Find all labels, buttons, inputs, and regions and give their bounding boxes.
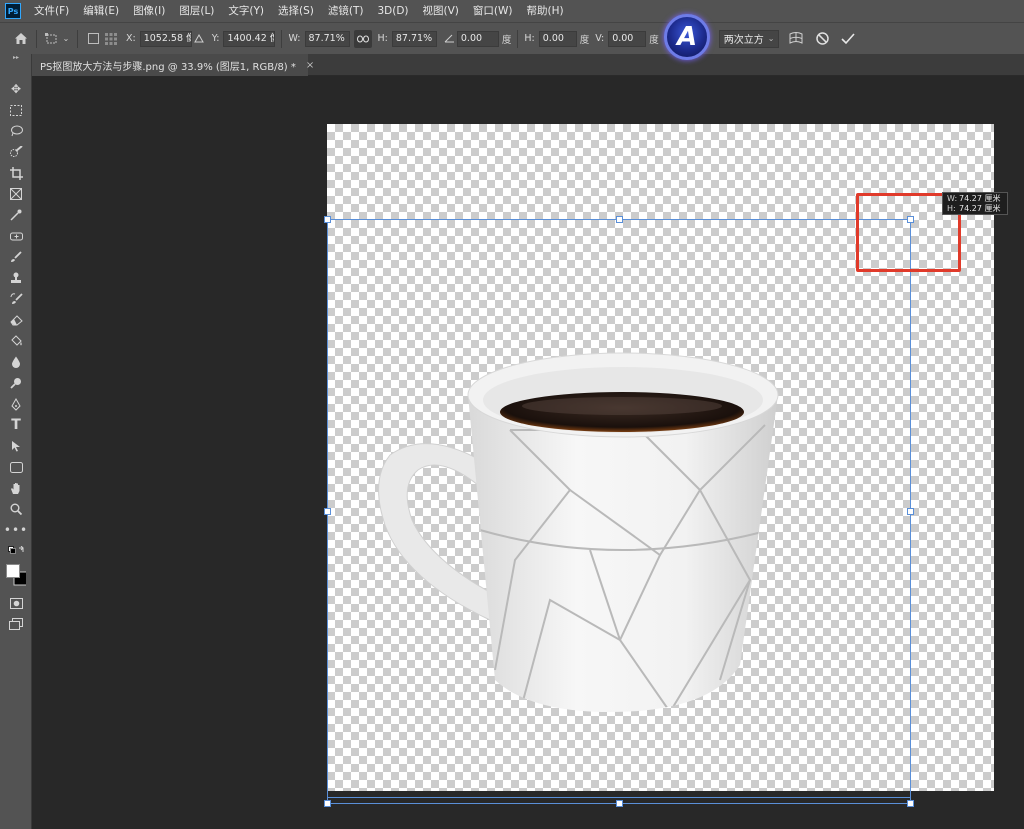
transform-handle-bottom-left[interactable] [324,800,331,807]
width-input[interactable]: 87.71% [304,30,350,47]
path-select-icon[interactable] [6,437,26,455]
close-icon[interactable]: × [306,60,314,71]
screen-mode-icon[interactable] [6,615,26,633]
healing-icon[interactable] [6,227,26,245]
brush-icon[interactable] [6,248,26,266]
color-swatches[interactable] [6,562,26,588]
vskew-label: V: [595,33,605,44]
floating-app-badge-icon[interactable]: A [664,14,710,60]
dodge-icon[interactable] [6,374,26,392]
vskew-input[interactable]: 0.00 [608,30,647,47]
transform-mode-icon[interactable] [43,30,61,48]
hskew-label: H: [524,33,535,44]
vskew-unit: 度 [649,34,659,46]
lasso-icon[interactable] [6,122,26,140]
paint-bucket-icon[interactable] [6,332,26,350]
tooltip-h-value: 74.27 厘米 [959,204,1001,213]
document-tab[interactable]: PS抠图放大方法与步骤.png @ 33.9% (图层1, RGB/8) * × [32,54,314,76]
angle-input[interactable]: 0.00 [456,30,499,47]
tooltip-w-value: 74.27 厘米 [959,194,1001,203]
stamp-icon[interactable] [6,269,26,287]
blur-icon[interactable] [6,353,26,371]
interpolation-select[interactable]: 两次立方 ⌄ [718,29,780,48]
menu-image[interactable]: 图像(I) [126,0,172,22]
transform-handle-top-left[interactable] [324,216,331,223]
interpolation-value: 两次立方 [723,35,764,46]
separator [517,29,519,48]
toolbox: ▸▸ ✥ T ••• [0,54,32,829]
hand-icon[interactable] [6,479,26,497]
tooltip-h-key: H: [947,204,956,213]
tooltip-w-key: W: [947,194,958,203]
more-tools-icon[interactable]: ••• [4,521,27,539]
x-input[interactable]: 1052.58 像 [139,30,192,47]
transform-size-tooltip: W: 74.27 厘米 H: 74.27 厘米 [942,192,1008,215]
hskew-input[interactable]: 0.00 [538,30,577,47]
delta-icon[interactable] [192,30,206,48]
h-label: H: [377,33,388,44]
link-aspect-icon[interactable] [353,29,372,48]
eyedropper-icon[interactable] [6,206,26,224]
menu-file[interactable]: 文件(F) [27,0,76,22]
warp-icon[interactable] [787,30,805,48]
menu-3d[interactable]: 3D(D) [370,0,415,22]
type-icon[interactable]: T [6,416,26,434]
move-icon[interactable]: ✥ [6,80,26,98]
free-transform-bounding-box[interactable] [327,219,911,804]
badge-letter: A [676,22,698,52]
zoom-icon[interactable] [6,500,26,518]
crop-icon[interactable] [6,164,26,182]
angle-icon [443,30,457,48]
y-input[interactable]: 1400.42 像 [223,30,276,47]
chevron-down-icon: ⌄ [767,34,775,43]
shape-icon[interactable] [6,458,26,476]
reference-point-toggle-icon[interactable] [84,30,102,48]
reference-point-grid-icon[interactable] [102,30,120,48]
document-tab-bar: PS抠图放大方法与步骤.png @ 33.9% (图层1, RGB/8) * × [32,54,1024,76]
menu-layer[interactable]: 图层(L) [172,0,221,22]
transform-handle-bottom-center[interactable] [616,800,623,807]
transform-handle-middle-left[interactable] [324,508,331,515]
separator [281,29,283,48]
home-icon[interactable] [12,30,30,48]
document-tab-title: PS抠图放大方法与步骤.png @ 33.9% (图层1, RGB/8) * [40,61,296,73]
hskew-unit: 度 [579,34,590,46]
quick-mask-icon[interactable] [6,594,26,612]
menu-select[interactable]: 选择(S) [271,0,321,22]
quick-select-icon[interactable] [6,143,26,161]
menu-view[interactable]: 视图(V) [416,0,466,22]
eraser-icon[interactable] [6,311,26,329]
x-label: X: [126,33,136,44]
menu-window[interactable]: 窗口(W) [466,0,520,22]
menu-filter[interactable]: 滤镜(T) [321,0,371,22]
swap-colors-icon[interactable] [6,542,26,560]
transform-handle-top-center[interactable] [616,216,623,223]
pen-icon[interactable] [6,395,26,413]
menu-bar: Ps 文件(F) 编辑(E) 图像(I) 图层(L) 文字(Y) 选择(S) 滤… [0,0,1024,22]
transform-handle-middle-right[interactable] [907,508,914,515]
separator [77,29,78,48]
cancel-transform-icon[interactable] [813,30,831,48]
angle-unit: 度 [501,34,512,46]
marquee-icon[interactable] [6,101,26,119]
toolbox-collapse-handle[interactable]: ▸▸ [0,54,32,62]
canvas-bottom-guide [327,797,911,798]
w-label: W: [288,33,301,44]
commit-transform-icon[interactable] [839,30,857,48]
menu-help[interactable]: 帮助(H) [520,0,571,22]
y-label: Y: [211,33,220,44]
chevron-down-icon[interactable]: ⌄ [61,30,71,48]
menu-type[interactable]: 文字(Y) [221,0,271,22]
history-brush-icon[interactable] [6,290,26,308]
height-input[interactable]: 87.71% [391,30,437,47]
photoshop-logo: Ps [5,3,21,19]
menu-edit[interactable]: 编辑(E) [76,0,126,22]
transform-handle-bottom-right[interactable] [907,800,914,807]
separator [36,29,37,48]
frame-icon[interactable] [6,185,26,203]
options-bar: ⌄ X: 1052.58 像 Y: 1400.42 像 W: 87.71% H:… [0,22,1024,54]
